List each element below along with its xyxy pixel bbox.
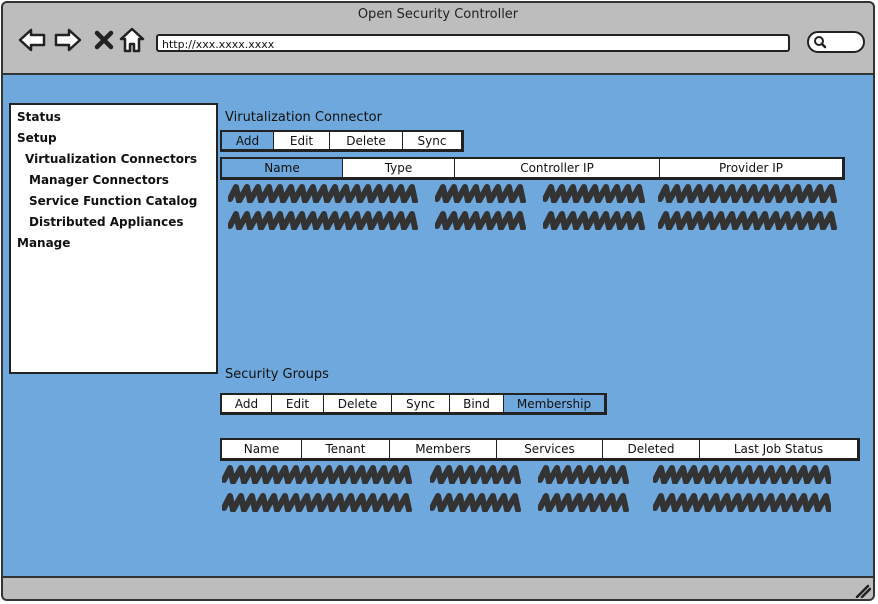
vc-row-1-cell-3 [543,184,645,203]
sg-col-members[interactable]: Members [390,440,497,458]
sg-row-1-cell-4 [653,465,831,484]
sidebar: Status Setup Virtualization Connectors M… [9,103,218,374]
vc-delete-button[interactable]: Delete [330,132,403,149]
sg-sync-button[interactable]: Sync [392,395,450,412]
sg-row-1-cell-3 [538,465,629,484]
sidebar-item-status[interactable]: Status [17,107,210,128]
vc-row-2-cell-1 [228,211,418,230]
vc-row-1-cell-2 [435,184,526,203]
sidebar-item-manage[interactable]: Manage [17,233,210,254]
status-bar [3,578,873,599]
sg-col-tenant[interactable]: Tenant [302,440,390,458]
sg-col-deleted[interactable]: Deleted [603,440,700,458]
sg-row-1-cell-2 [430,465,521,484]
sg-table-header: Name Tenant Members Services Deleted Las… [220,438,860,461]
vc-col-name[interactable]: Name [222,159,343,177]
sg-section-title: Security Groups [225,367,329,382]
sg-row-2-cell-4 [653,493,831,512]
vc-row-2-cell-4 [658,211,837,230]
vc-row-1-cell-4 [658,184,837,203]
vc-table-header: Name Type Controller IP Provider IP [220,157,845,180]
browser-window: Open Security Controller http://xxx.xxxx… [1,1,875,601]
sg-toolbar: Add Edit Delete Sync Bind Membership [220,393,607,415]
back-arrow-icon[interactable] [17,25,47,55]
sg-delete-button[interactable]: Delete [324,395,392,412]
resize-grip-icon[interactable] [855,584,871,598]
vc-section-title: Virutalization Connector [225,110,382,125]
address-bar[interactable]: http://xxx.xxxx.xxxx [156,34,790,52]
sg-membership-button[interactable]: Membership [504,395,604,412]
home-icon[interactable] [117,25,147,55]
vc-sync-button[interactable]: Sync [403,132,461,149]
sg-add-button[interactable]: Add [222,395,272,412]
sg-row-1-cell-1 [222,465,412,484]
window-title: Open Security Controller [357,7,519,22]
search-icon [814,36,827,49]
sidebar-item-distributed-appliances[interactable]: Distributed Appliances [17,212,210,233]
sg-row-2-cell-2 [430,493,521,512]
sidebar-item-setup[interactable]: Setup [17,128,210,149]
sg-row-2-cell-3 [538,493,629,512]
sg-edit-button[interactable]: Edit [272,395,324,412]
vc-edit-button[interactable]: Edit [274,132,330,149]
sg-row-2-cell-1 [222,493,412,512]
vc-toolbar: Add Edit Delete Sync [220,130,464,152]
sg-bind-button[interactable]: Bind [450,395,504,412]
sg-col-last-job-status[interactable]: Last Job Status [700,440,857,458]
sg-col-name[interactable]: Name [222,440,302,458]
close-icon[interactable] [89,25,119,55]
content-area: Status Setup Virtualization Connectors M… [3,73,873,578]
sidebar-item-service-function-catalog[interactable]: Service Function Catalog [17,191,210,212]
vc-row-2-cell-2 [435,211,526,230]
vc-row-2-cell-3 [543,211,645,230]
sidebar-item-virtualization-connectors[interactable]: Virtualization Connectors [17,149,210,170]
vc-row-1-cell-1 [228,184,418,203]
vc-col-controller-ip[interactable]: Controller IP [455,159,660,177]
vc-col-provider-ip[interactable]: Provider IP [660,159,842,177]
forward-arrow-icon[interactable] [53,25,83,55]
search-field[interactable] [807,31,865,53]
sg-col-services[interactable]: Services [497,440,603,458]
vc-col-type[interactable]: Type [343,159,455,177]
sidebar-item-manager-connectors[interactable]: Manager Connectors [17,170,210,191]
vc-add-button[interactable]: Add [222,132,274,149]
